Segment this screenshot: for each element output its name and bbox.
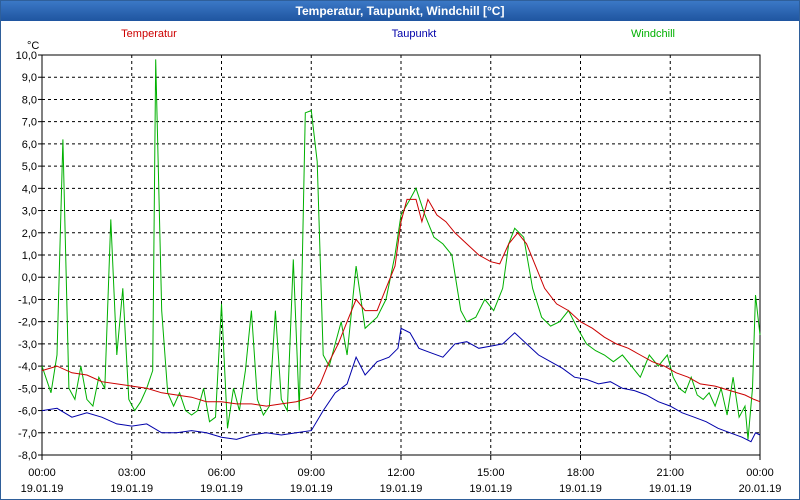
x-tick-time-label: 12:00 — [387, 467, 415, 479]
y-tick-label: 2,0 — [22, 228, 37, 240]
x-tick-time-label: 21:00 — [656, 467, 684, 479]
y-tick-label: -8,0 — [18, 450, 37, 462]
legend-label-temperatur: Temperatur — [121, 28, 177, 40]
chart-title: Temperatur, Taupunkt, Windchill [°C] — [1, 1, 799, 21]
y-tick-label: 1,0 — [22, 250, 37, 262]
y-tick-label: -6,0 — [18, 406, 37, 418]
y-tick-label: -5,0 — [18, 383, 37, 395]
chart-legend: Temperatur Taupunkt Windchill — [121, 28, 675, 40]
y-tick-label: 4,0 — [22, 183, 37, 195]
y-tick-label: 3,0 — [22, 206, 37, 218]
x-tick-time-label: 03:00 — [118, 467, 146, 479]
y-tick-label: -2,0 — [18, 317, 37, 329]
x-tick-time-label: 09:00 — [297, 467, 325, 479]
y-tick-label: -1,0 — [18, 294, 37, 306]
y-tick-label: 8,0 — [22, 94, 37, 106]
legend-label-taupunkt: Taupunkt — [392, 28, 437, 40]
x-tick-time-label: 18:00 — [567, 467, 595, 479]
x-tick-time-label: 00:00 — [746, 467, 774, 479]
x-tick-date-label: 19.01.19 — [200, 483, 243, 495]
chart-canvas: °C 10,09,08,07,06,05,04,03,02,01,00,0-1,… — [16, 28, 782, 495]
y-tick-label: 0,0 — [22, 272, 37, 284]
x-tick-date-label: 19.01.19 — [559, 483, 602, 495]
x-tick-time-label: 15:00 — [477, 467, 505, 479]
y-tick-label: 7,0 — [22, 117, 37, 129]
x-tick-date-label: 19.01.19 — [290, 483, 333, 495]
y-tick-label: -4,0 — [18, 361, 37, 373]
chart-window: Temperatur, Taupunkt, Windchill [°C] °C … — [0, 0, 800, 500]
x-tick-time-label: 00:00 — [28, 467, 56, 479]
x-tick-time-label: 06:00 — [208, 467, 236, 479]
legend-label-windchill: Windchill — [631, 28, 675, 40]
x-tick-date-label: 20.01.19 — [739, 483, 782, 495]
x-tick-date-label: 19.01.19 — [110, 483, 153, 495]
y-tick-label: -3,0 — [18, 339, 37, 351]
x-tick-date-label: 19.01.19 — [380, 483, 423, 495]
x-tick-date-label: 19.01.19 — [469, 483, 512, 495]
x-tick-date-label: 19.01.19 — [649, 483, 692, 495]
y-tick-label: 10,0 — [16, 50, 37, 62]
y-tick-label: -7,0 — [18, 428, 37, 440]
chart-grid — [42, 55, 760, 455]
y-tick-label: 6,0 — [22, 139, 37, 151]
x-tick-date-label: 19.01.19 — [21, 483, 64, 495]
y-tick-label: 5,0 — [22, 161, 37, 173]
y-tick-label: 9,0 — [22, 72, 37, 84]
chart-axes: 10,0 9,0 8,0 7,0 6,0 5,0 4,0 3,0 2,0 1,0 0,0 -1,0 -2… — [16, 50, 782, 495]
